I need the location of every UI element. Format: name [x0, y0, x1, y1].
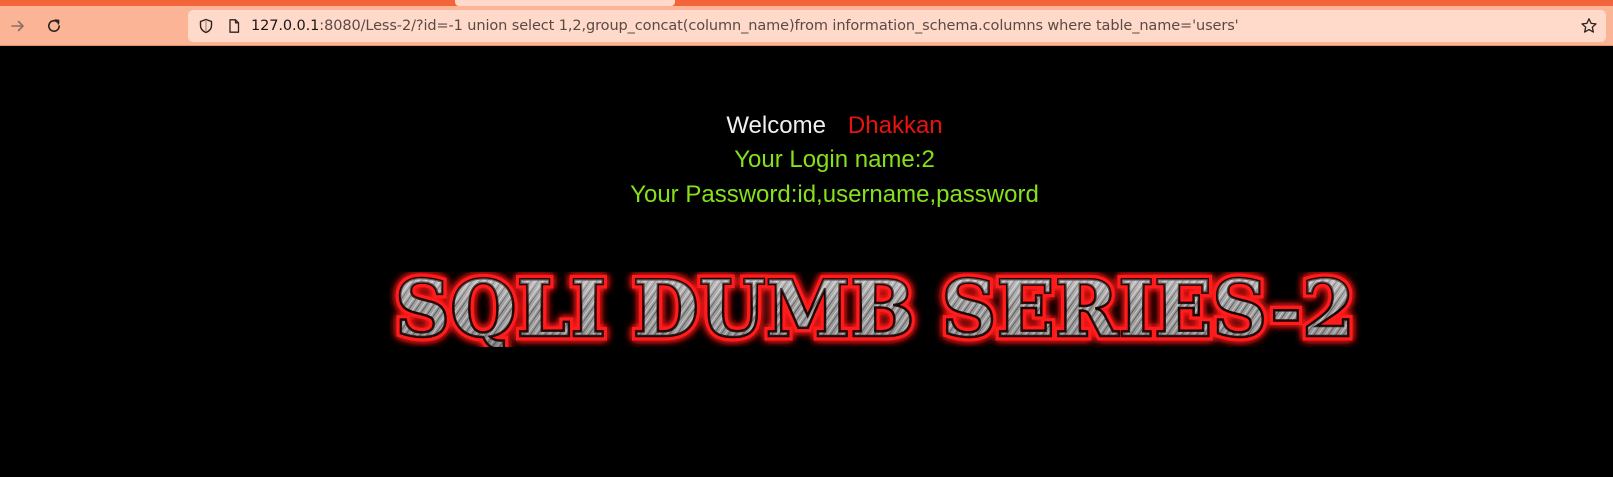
page-icon[interactable] — [226, 18, 242, 34]
sqli-banner: SQLI DUMB SERIES-2 SQLI DUMB SERIES-2 SQ… — [391, 272, 1360, 347]
welcome-label: Welcome — [726, 112, 826, 139]
address-bar[interactable]: 127.0.0.1:8080/Less-2/?id=-1 union selec… — [188, 10, 1606, 42]
browser-toolbar: 127.0.0.1:8080/Less-2/?id=-1 union selec… — [0, 6, 1613, 46]
shield-icon[interactable] — [198, 18, 214, 34]
welcome-line: Welcome Dhakkan — [0, 111, 1613, 141]
banner-shine: SQLI DUMB SERIES-2 — [395, 272, 1355, 347]
star-icon — [1581, 18, 1597, 33]
password-line: Your Password:id,username,password — [630, 181, 1039, 208]
bookmark-button[interactable] — [1578, 15, 1600, 37]
page-content: Welcome Dhakkan Your Login name:2 Your Pa… — [0, 47, 1613, 477]
welcome-name: Dhakkan — [847, 112, 943, 139]
url-path: :8080/Less-2/?id=-1 union select 1,2,gro… — [319, 18, 1239, 34]
forward-button[interactable] — [4, 12, 32, 40]
reload-icon — [48, 19, 60, 32]
reload-button[interactable] — [40, 12, 68, 40]
url-text[interactable]: 127.0.0.1:8080/Less-2/?id=-1 union selec… — [251, 10, 1239, 42]
arrow-right-icon — [11, 20, 24, 32]
url-host: 127.0.0.1 — [251, 18, 320, 34]
login-name-line: Your Login name:2 — [734, 146, 935, 173]
